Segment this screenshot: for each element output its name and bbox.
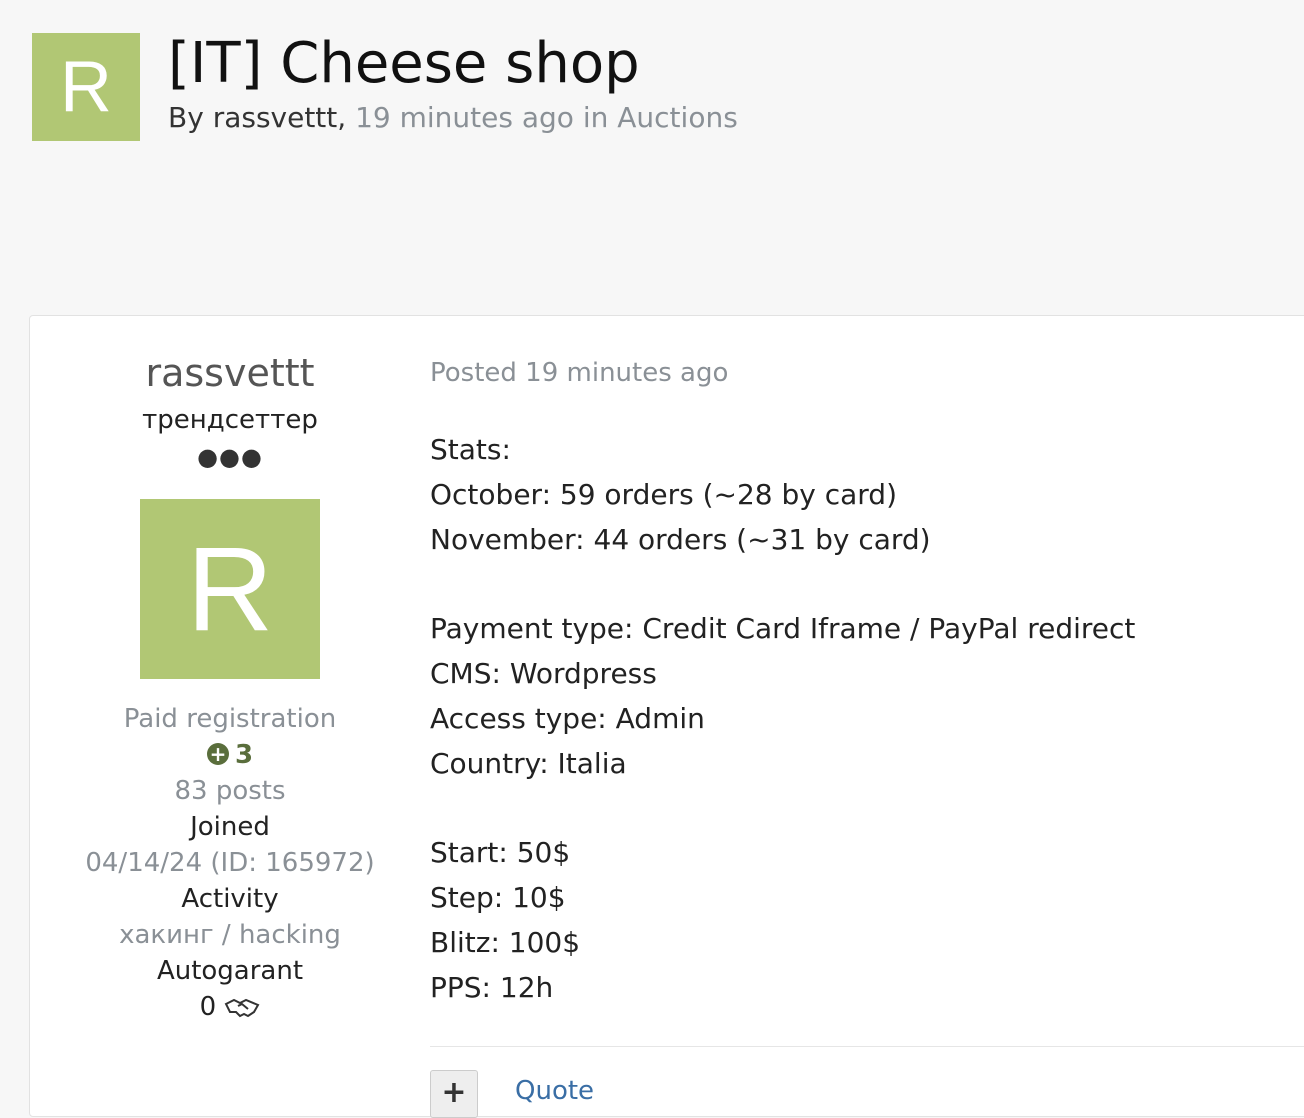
post-line [430, 566, 1135, 610]
post-author-avatar[interactable]: R [140, 499, 320, 679]
byline-category-link[interactable]: Auctions [617, 101, 738, 134]
author-group: Paid registration [123, 704, 337, 734]
author-post-count[interactable]: 83 posts [30, 774, 430, 808]
reputation-value: 3 [234, 740, 254, 770]
topic-author-avatar[interactable]: R [32, 33, 140, 141]
post-line: Stats: [430, 433, 511, 466]
post-body: Stats: October: 59 orders (~28 by card) No… [430, 431, 1135, 1014]
byline-time: 19 minutes ago [355, 101, 574, 134]
autogarant-row: 0 [30, 990, 430, 1024]
post-line: Blitz: 100$ [430, 926, 581, 959]
topic-title: [IT] Cheese shop [168, 31, 640, 96]
post-author-name[interactable]: rassvettt [30, 350, 430, 396]
byline-author-link[interactable]: rassvettt [213, 101, 338, 134]
autogarant-value: 0 [199, 992, 217, 1022]
joined-value: 04/14/24 (ID: 165972) [85, 848, 375, 878]
joined-label: Joined [190, 812, 270, 842]
activity-value: хакинг / hacking [119, 920, 341, 950]
reaction-plus-button[interactable]: + [430, 1070, 478, 1118]
author-reputation: +3 [30, 738, 430, 772]
post-line: Country: Italia [430, 747, 627, 780]
post-line [430, 790, 1135, 834]
post-line: Start: 50$ [430, 836, 571, 869]
post-timestamp[interactable]: Posted 19 minutes ago [430, 356, 728, 390]
post-line: Access type: Admin [430, 702, 705, 735]
post-line: Step: 10$ [430, 881, 566, 914]
rank-dots-icon: ●●● [197, 443, 263, 471]
post-divider [430, 1046, 1304, 1047]
quote-button[interactable]: Quote [515, 1076, 594, 1106]
activity-label: Activity [181, 884, 279, 914]
byline-prefix: By [168, 101, 204, 134]
byline-comma: , [337, 101, 347, 134]
handshake-icon [225, 998, 260, 1017]
post-line: CMS: Wordpress [430, 657, 657, 690]
post-line: Payment type: Credit Card Iframe / PayPa… [430, 612, 1136, 645]
topic-byline: By rassvettt, 19 minutes ago in Auctions [168, 100, 738, 136]
autogarant-label: Autogarant [156, 956, 304, 986]
post-card: rassvettt трендсеттер ●●● R Paid registr… [29, 315, 1304, 1118]
post-line: PPS: 12h [430, 971, 554, 1004]
reputation-plus-icon: + [206, 742, 229, 765]
post-line: November: 44 orders (~31 by card) [430, 523, 931, 556]
byline-in: in [582, 101, 609, 134]
post-line: October: 59 orders (~28 by card) [430, 478, 898, 511]
author-rank: трендсеттер [142, 405, 318, 435]
